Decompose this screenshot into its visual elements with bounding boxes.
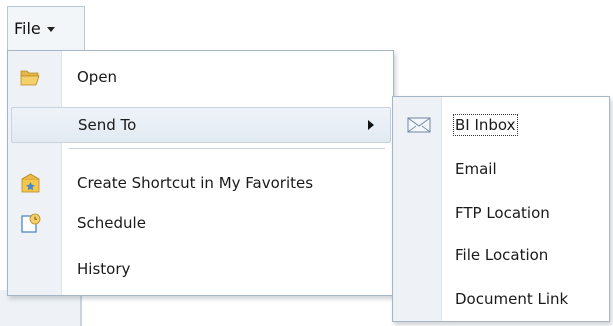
submenu-item-label: BI Inbox	[453, 114, 518, 136]
file-dropdown-menu: Open Send To Create Shortcut in My Favor…	[7, 50, 394, 296]
menu-item-label: Send To	[78, 116, 137, 134]
submenu-item-document-link[interactable]: Document Link	[395, 281, 607, 317]
submenu-item-email[interactable]: Email	[395, 151, 607, 187]
submenu-item-file-location[interactable]: File Location	[395, 237, 607, 273]
menu-item-send-to[interactable]: Send To	[11, 107, 391, 143]
caret-down-icon	[46, 27, 55, 32]
submenu-arrow-icon	[368, 120, 374, 130]
send-to-submenu: BI Inbox Email FTP Location File Locatio…	[392, 96, 610, 322]
submenu-item-ftp-location[interactable]: FTP Location	[395, 195, 607, 231]
menu-item-label: Schedule	[77, 214, 146, 232]
menu-item-label: Open	[77, 68, 118, 86]
folder-open-icon	[20, 66, 42, 88]
menu-item-open[interactable]: Open	[11, 59, 391, 95]
submenu-item-label: Document Link	[455, 290, 569, 308]
menu-item-label: Create Shortcut in My Favorites	[77, 174, 314, 192]
inbox-icon	[407, 115, 431, 135]
menu-separator	[69, 148, 385, 150]
menu-item-create-shortcut[interactable]: Create Shortcut in My Favorites	[11, 165, 391, 201]
schedule-icon	[20, 212, 42, 234]
submenu-item-label: Email	[455, 160, 497, 178]
submenu-item-label: File Location	[455, 246, 549, 264]
menu-item-schedule[interactable]: Schedule	[11, 205, 391, 241]
menu-item-history[interactable]: History	[11, 251, 391, 287]
file-menu-label: File	[14, 19, 41, 38]
submenu-item-bi-inbox[interactable]: BI Inbox	[395, 107, 607, 143]
favorites-shortcut-icon	[20, 172, 42, 194]
file-menu-button[interactable]: File	[7, 6, 85, 50]
menu-item-label: History	[77, 260, 131, 278]
submenu-item-label: FTP Location	[455, 204, 550, 222]
